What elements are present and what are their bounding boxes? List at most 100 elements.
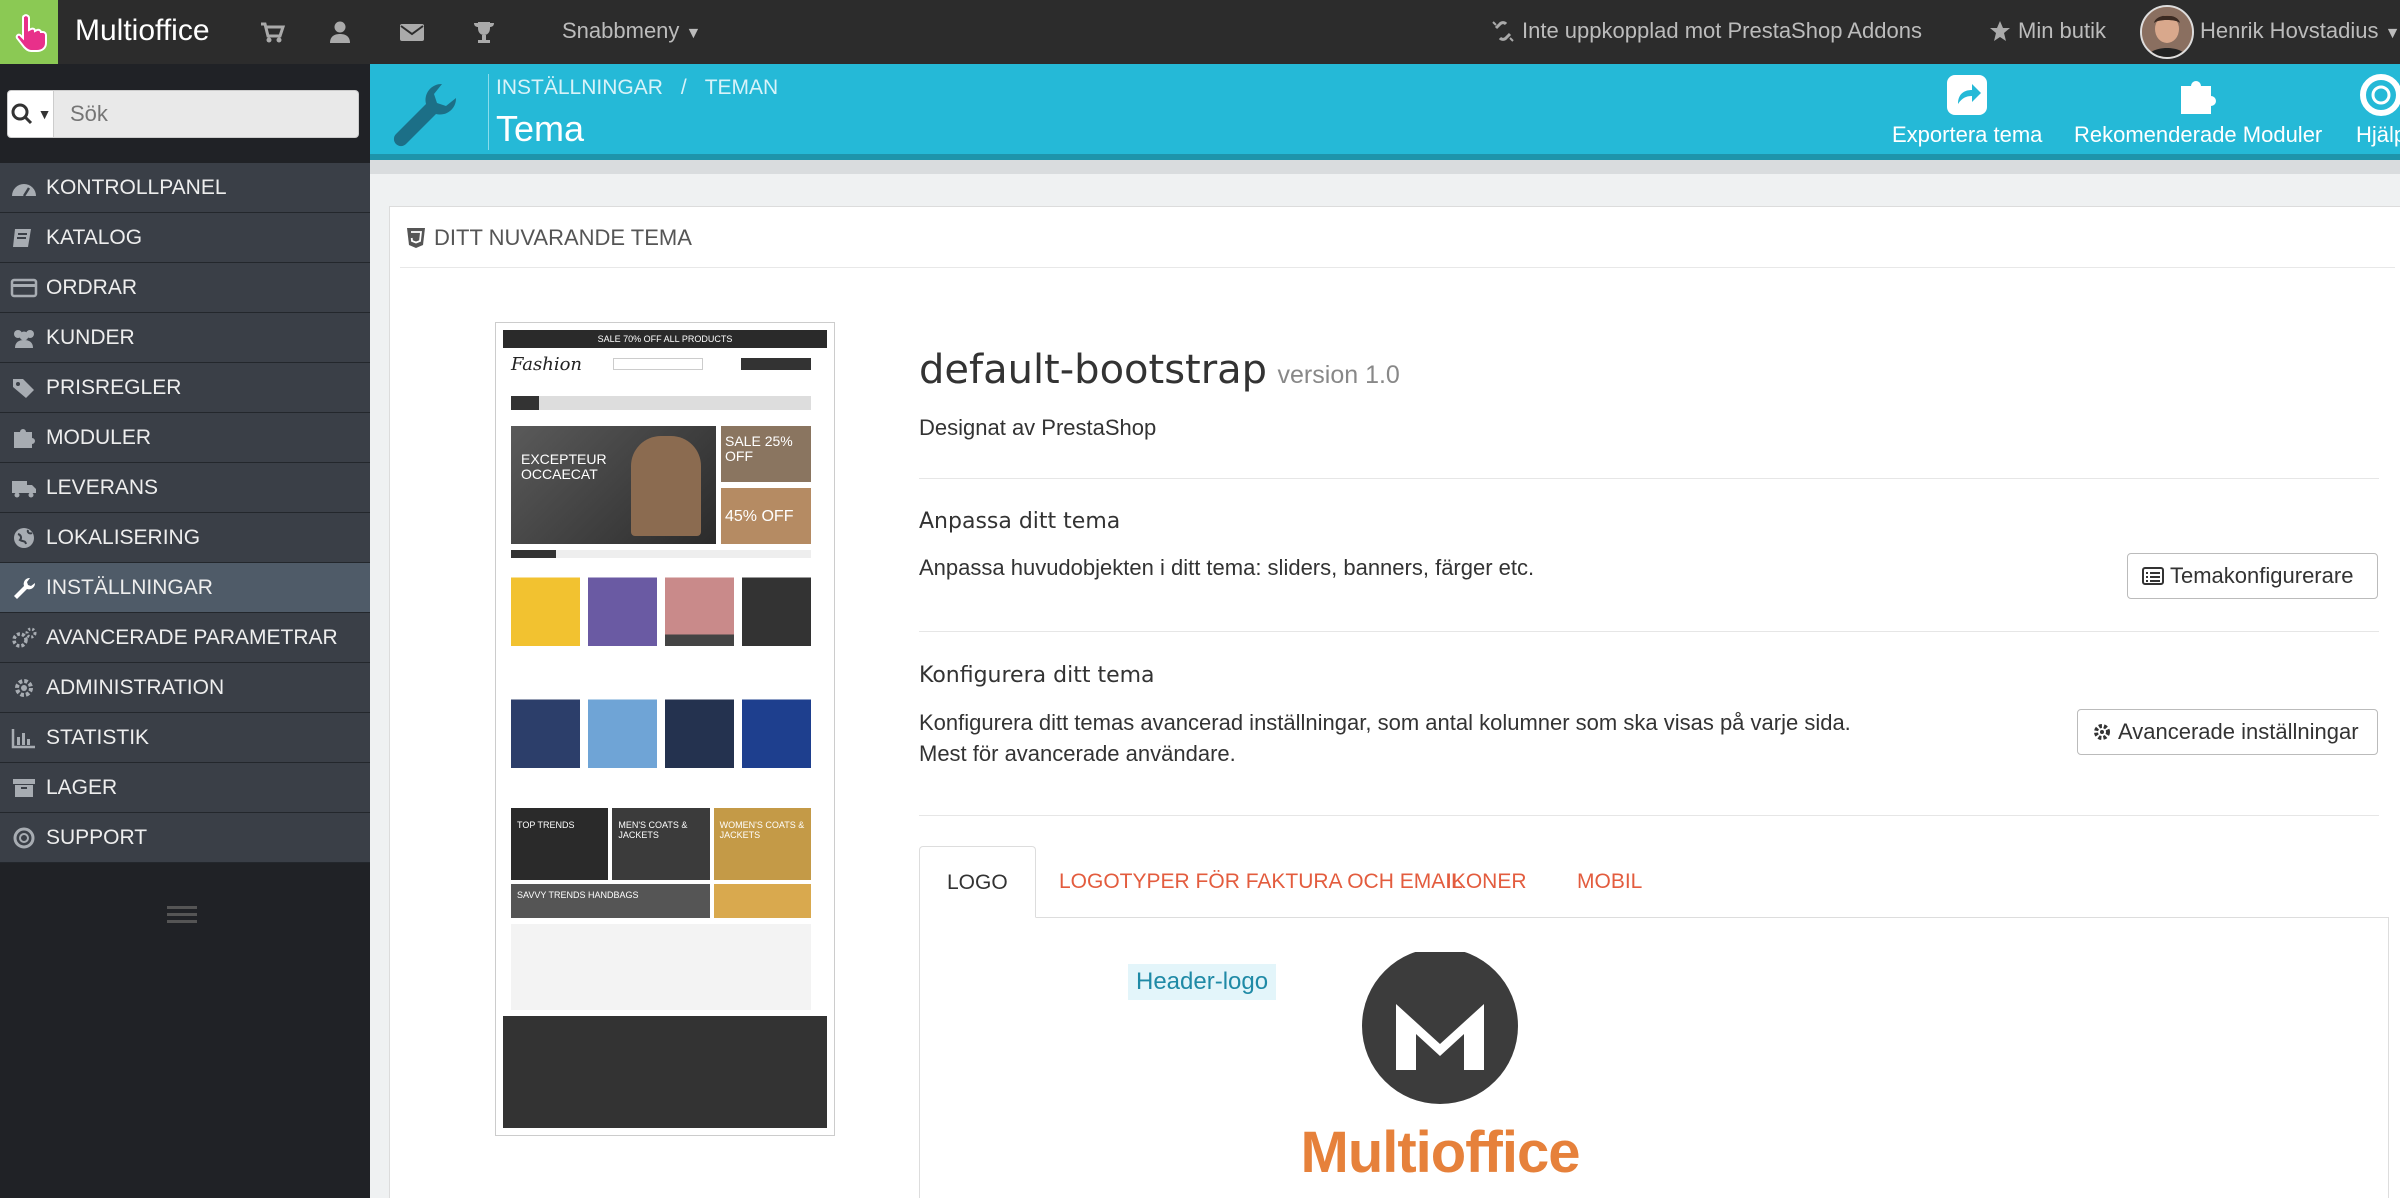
- configure-title: Konfigurera ditt tema: [919, 663, 1155, 688]
- sidebar-item-orders[interactable]: ORDRAR: [0, 263, 370, 313]
- quick-access-menu[interactable]: Snabbmeny ▼: [562, 0, 701, 65]
- sidebar-item-label: INSTÄLLNINGAR: [46, 575, 213, 599]
- user-photo: [2142, 7, 2192, 57]
- sidebar-item-label: KUNDER: [46, 325, 135, 349]
- sidebar-item-label: KONTROLLPANEL: [46, 175, 227, 199]
- page-title: Tema: [496, 108, 585, 149]
- user-name-menu[interactable]: Henrik Hovstadius ▼: [2200, 0, 2400, 65]
- recommended-modules-button[interactable]: Rekomenderade Moduler: [2074, 72, 2322, 148]
- panel-heading: DITT NUVARANDE TEMA: [406, 225, 692, 251]
- book-icon: [13, 228, 31, 247]
- list-alt-icon: [2142, 567, 2164, 585]
- logo-tab-pane: Header-logo Multioffice: [919, 917, 2389, 1198]
- archive-icon: [13, 778, 35, 797]
- sidebar-item-customers[interactable]: KUNDER: [0, 313, 370, 363]
- trophy-icon[interactable]: [470, 18, 498, 46]
- preview-nav: [511, 396, 811, 410]
- search-input[interactable]: [54, 90, 359, 138]
- sidebar-item-shipping[interactable]: LEVERANS: [0, 463, 370, 513]
- sidebar-item-support[interactable]: SUPPORT: [0, 813, 370, 863]
- sidebar-item-stock[interactable]: LAGER: [0, 763, 370, 813]
- preview-promo-1: TOP TRENDS: [511, 808, 609, 880]
- sidebar-item-advanced-parameters[interactable]: AVANCERADE PARAMETRAR: [0, 613, 370, 663]
- top-bar: Multioffice Snabbmeny ▼ Inte uppkopplad …: [0, 0, 2400, 64]
- collapse-menu-icon[interactable]: [167, 904, 197, 926]
- configure-text: Konfigurera ditt temas avancerad inställ…: [919, 707, 1851, 769]
- unlink-icon: [1492, 21, 1514, 42]
- cogs-icon: [12, 627, 37, 648]
- brand-name[interactable]: Multioffice: [75, 0, 210, 64]
- app-logo[interactable]: [0, 0, 58, 64]
- sidebar-search: ▼: [7, 90, 359, 138]
- help-button[interactable]: Hjälp: [2356, 72, 2400, 148]
- preview-promo-2: MEN'S COATS & JACKETS: [612, 808, 710, 880]
- advanced-settings-label: Avancerade inställningar: [2118, 719, 2359, 744]
- sidebar-item-localization[interactable]: LOKALISERING: [0, 513, 370, 563]
- sidebar-item-settings[interactable]: INSTÄLLNINGAR: [0, 563, 370, 613]
- configure-text-line-1: Konfigurera ditt temas avancerad inställ…: [919, 710, 1851, 735]
- panel-divider: [400, 267, 2395, 268]
- tab-icons[interactable]: IKONER: [1446, 846, 1527, 918]
- sidebar: ▼ KONTROLLPANEL KATALOG ORDRAR KUNDER PR…: [0, 64, 370, 1198]
- recommended-modules-label: Rekomenderade Moduler: [2074, 122, 2323, 147]
- preview-sale-2: 45% OFF: [721, 488, 811, 544]
- sidebar-item-dashboard[interactable]: KONTROLLPANEL: [0, 163, 370, 213]
- lifebuoy-icon: [13, 827, 35, 848]
- sidebar-item-label: MODULER: [46, 425, 152, 449]
- sidebar-item-price-rules[interactable]: PRISREGLER: [0, 363, 370, 413]
- preview-info-blocks: [511, 924, 811, 1010]
- puzzle-icon: [14, 428, 35, 448]
- search-type-button[interactable]: ▼: [7, 90, 54, 138]
- theme-configurator-button[interactable]: Temakonfigurerare: [2127, 553, 2378, 599]
- page-header: INSTÄLLNINGAR / TEMAN Tema Exportera tem…: [370, 64, 2400, 160]
- logo-text: Multioffice: [1300, 1120, 1581, 1185]
- preview-product-grid: [511, 566, 811, 802]
- avatar[interactable]: [2140, 5, 2194, 59]
- preview-cart: [741, 358, 811, 370]
- hand-pointer-icon: [15, 14, 47, 52]
- addons-status-link[interactable]: Inte uppkopplad mot PrestaShop Addons: [1490, 0, 1922, 62]
- sidebar-menu: KONTROLLPANEL KATALOG ORDRAR KUNDER PRIS…: [0, 163, 370, 863]
- sidebar-item-label: STATISTIK: [46, 725, 150, 749]
- theme-designer: Designat av PrestaShop: [919, 415, 1157, 440]
- tab-mobile[interactable]: MOBIL: [1577, 846, 1642, 918]
- breadcrumb-themes[interactable]: TEMAN: [705, 76, 779, 100]
- truck-icon: [12, 480, 36, 497]
- breadcrumb-settings[interactable]: INSTÄLLNINGAR: [496, 76, 663, 100]
- tab-logo[interactable]: LOGO: [919, 846, 1036, 918]
- m-logo-icon: [1362, 948, 1518, 1104]
- preview-product-tabs: [511, 550, 811, 558]
- customize-title: Anpassa ditt tema: [919, 509, 1121, 534]
- tags-icon: [13, 378, 34, 398]
- caret-down-icon: ▼: [37, 106, 52, 122]
- sidebar-item-catalog[interactable]: KATALOG: [0, 213, 370, 263]
- theme-info: default-bootstrap version 1.0 Designat a…: [919, 347, 2379, 441]
- header-logo-label: Header-logo: [1128, 964, 1277, 1000]
- sidebar-item-administration[interactable]: ADMINISTRATION: [0, 663, 370, 713]
- export-theme-button[interactable]: Exportera tema: [1892, 72, 2042, 148]
- search-icon: [11, 103, 32, 125]
- my-store-link[interactable]: Min butik: [1988, 0, 2106, 62]
- advanced-settings-button[interactable]: Avancerade inställningar: [2077, 709, 2378, 755]
- sidebar-item-modules[interactable]: MODULER: [0, 413, 370, 463]
- cart-icon[interactable]: [258, 18, 286, 46]
- bar-chart-icon: [11, 728, 35, 748]
- share-icon: [1947, 75, 1988, 115]
- users-icon: [14, 329, 34, 348]
- lifebuoy-icon: [2360, 74, 2400, 116]
- theme-version: version 1.0: [1277, 361, 1400, 389]
- tab-invoice-email-logos[interactable]: LOGOTYPER FÖR FAKTURA OCH EMAIL: [1059, 846, 1463, 918]
- shop-logo[interactable]: Multioffice: [1300, 948, 1581, 1198]
- envelope-icon[interactable]: [398, 18, 426, 46]
- addons-status-text: Inte uppkopplad mot PrestaShop Addons: [1522, 18, 1922, 43]
- star-icon: [1990, 21, 2010, 41]
- user-icon[interactable]: [326, 18, 354, 46]
- sidebar-item-label: KATALOG: [46, 225, 143, 249]
- divider: [919, 478, 2379, 479]
- logo-tabs: LOGO LOGOTYPER FÖR FAKTURA OCH EMAIL IKO…: [919, 846, 2389, 918]
- cog-icon: [2094, 724, 2110, 740]
- preview-hero: EXCEPTEUR OCCAECAT: [511, 426, 716, 544]
- preview-sale-1: SALE 25% OFF: [721, 426, 811, 482]
- sidebar-item-statistics[interactable]: STATISTIK: [0, 713, 370, 763]
- preview-promo-3: WOMEN'S COATS & JACKETS: [713, 808, 811, 880]
